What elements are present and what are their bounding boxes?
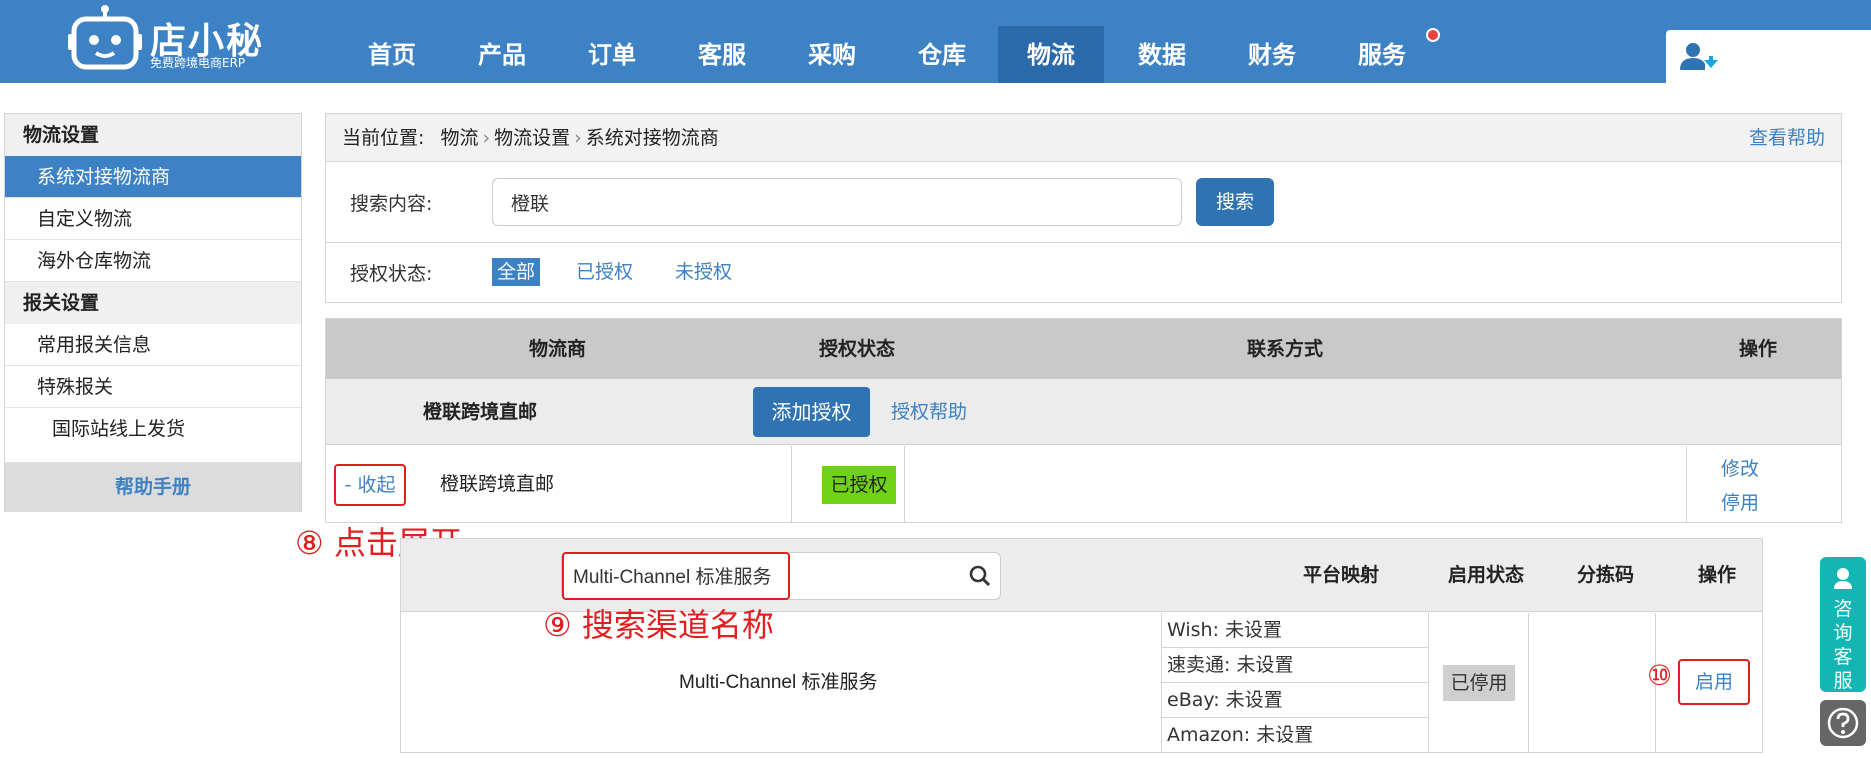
mapping-amazon: Amazon: 未设置 [1167,724,1314,746]
column-header-contact: 联系方式 [1247,338,1324,360]
consult-char: 客 [1833,646,1853,668]
mapping-ebay: eBay: 未设置 [1162,683,1428,718]
column-header-sort-code: 分拣码 [1577,564,1635,586]
breadcrumb-separator-icon: › [482,127,491,149]
search-input[interactable] [492,178,1182,226]
breadcrumb: 当前位置: 物流 › 物流设置 › 系统对接物流商 查看帮助 [326,114,1841,162]
nav-purchasing[interactable]: 采购 [778,24,886,83]
sidebar-section-logistics-settings: 物流设置 [5,114,301,156]
annotation-step-10: ⑩ [1647,659,1673,692]
auth-filter-all[interactable]: 全部 [492,258,541,286]
sidebar: 物流设置 系统对接物流商 自定义物流 海外仓库物流 报关设置 常用报关信息 特殊… [4,113,302,512]
status-badge-authorized: 已授权 [822,466,896,504]
breadcrumb-logistics-settings[interactable]: 物流设置 [494,127,570,149]
channel-search-value: Multi-Channel 标准服务 [573,567,772,588]
collapse-toggle[interactable]: - 收起 [334,464,406,506]
nav-customer-service[interactable]: 客服 [668,24,776,83]
logo-subtitle: 免费跨境电商ERP [150,56,246,70]
nav-logistics[interactable]: 物流 [998,26,1104,83]
search-label: 搜索内容: [350,193,433,215]
view-help-link[interactable]: 查看帮助 [1749,114,1825,162]
sidebar-help-manual[interactable]: 帮助手册 [5,462,301,512]
search-button[interactable]: 搜索 [1196,178,1274,226]
divider [1686,446,1687,523]
mapping-wish: Wish: 未设置 [1162,613,1428,648]
consult-char: 咨 [1833,598,1853,620]
sidebar-item-system-carriers[interactable]: 系统对接物流商 [5,156,301,198]
divider [1528,613,1529,753]
disable-link[interactable]: 停用 [1721,488,1759,515]
user-menu[interactable] [1666,30,1871,83]
user-add-icon [1680,43,1718,70]
search-icon[interactable] [969,565,991,587]
auth-status-label: 授权状态: [350,263,433,285]
sidebar-item-special-customs[interactable]: 特殊报关 [5,366,301,408]
consult-char: 询 [1833,622,1853,644]
robot-logo-icon[interactable] [68,4,142,70]
sidebar-item-custom-logistics[interactable]: 自定义物流 [5,198,301,240]
nav-orders[interactable]: 订单 [558,24,666,83]
divider [904,446,905,523]
nav-products[interactable]: 产品 [448,24,556,83]
column-header-channel-actions: 操作 [1698,564,1737,586]
carrier-name: 橙联跨境直邮 [440,473,555,495]
edit-link[interactable]: 修改 [1721,454,1759,481]
nav-data[interactable]: 数据 [1108,24,1216,83]
nav-home[interactable]: 首页 [338,24,446,83]
mapping-aliexpress: 速卖通: 未设置 [1162,648,1428,683]
divider [1428,613,1429,753]
consult-service-widget[interactable]: 咨 询 客 服 [1820,557,1866,692]
column-header-enable-status: 启用状态 [1448,564,1525,586]
divider [791,446,792,523]
enable-link[interactable]: 启用 [1678,659,1750,705]
carrier-table: 物流商 授权状态 联系方式 操作 橙联跨境直邮 添加授权 授权帮助 - 收起 橙… [325,318,1842,523]
authorization-help-link[interactable]: 授权帮助 [891,379,967,445]
column-header-carrier: 物流商 [529,338,587,360]
headset-icon [1834,568,1852,589]
carrier-group-row: 橙联跨境直邮 添加授权 授权帮助 [326,379,1841,445]
sidebar-section-customs-settings: 报关设置 [5,282,301,324]
top-navigation-bar: 店小秘 免费跨境电商ERP 首页 产品 订单 客服 采购 仓库 物流 数据 财务… [0,0,1871,83]
notification-dot [1426,28,1440,42]
consult-char: 服 [1833,670,1853,692]
column-header-auth-status: 授权状态 [819,338,896,360]
sidebar-item-intl-online-shipping[interactable]: 国际站线上发货 [5,408,301,450]
breadcrumb-logistics[interactable]: 物流 [440,127,478,149]
filter-panel: 当前位置: 物流›物流设置›系统对接物流商 查看帮助 搜索内容: 搜索 授权状态… [325,113,1842,303]
sidebar-item-overseas-warehouse[interactable]: 海外仓库物流 [5,240,301,282]
auth-filter-authorized[interactable]: 已授权 [576,258,633,286]
nav-finance[interactable]: 财务 [1218,24,1326,83]
column-header-platform-mapping: 平台映射 [1303,564,1380,586]
sidebar-item-common-customs[interactable]: 常用报关信息 [5,324,301,366]
divider [326,242,1841,243]
annotation-step-9: ⑨ 搜索渠道名称 [543,606,774,644]
help-widget[interactable] [1820,700,1866,746]
nav-warehouse[interactable]: 仓库 [888,24,996,83]
breadcrumb-current: 系统对接物流商 [585,127,719,149]
breadcrumb-prefix: 当前位置: [342,127,425,149]
status-badge-disabled: 已停用 [1443,665,1515,701]
breadcrumb-separator-icon: › [574,127,582,149]
nav-services[interactable]: 服务 [1328,24,1436,83]
question-icon [1827,707,1859,739]
carrier-group-name: 橙联跨境直邮 [423,401,538,423]
table-row: - 收起 橙联跨境直邮 已授权 修改 停用 [326,446,1841,523]
table-header: 物流商 授权状态 联系方式 操作 [326,319,1841,379]
auth-filter-unauthorized[interactable]: 未授权 [675,258,732,286]
column-header-actions: 操作 [1739,338,1778,360]
add-authorization-button[interactable]: 添加授权 [753,387,870,437]
